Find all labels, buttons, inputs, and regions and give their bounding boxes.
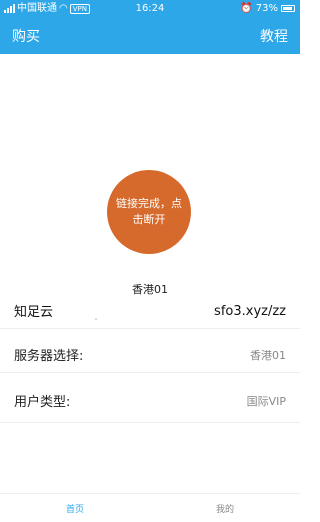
user-type-label: 用户类型:: [14, 395, 71, 410]
brand-name: 知足云: [14, 305, 54, 320]
decorative-dot: [95, 318, 97, 320]
server-select-label: 服务器选择:: [14, 349, 84, 364]
top-bar: 中国联通 ◠ VPN 16:24 ⏰ 73% 购买 教程: [0, 0, 300, 54]
bottom-tab-bar: 首页 我的: [0, 493, 300, 522]
status-right: ⏰ 73%: [240, 0, 295, 17]
title-bar: 购买 教程: [0, 20, 300, 50]
battery-percent: 73%: [255, 3, 278, 14]
divider: [0, 422, 300, 423]
alarm-icon: ⏰: [240, 3, 253, 14]
buy-button[interactable]: 购买: [12, 26, 40, 46]
server-select-row[interactable]: 服务器选择: 香港01: [0, 336, 300, 372]
server-select-value: 香港01: [250, 349, 286, 362]
tutorial-button[interactable]: 教程: [260, 26, 288, 46]
selected-server-label: 香港01: [132, 283, 168, 296]
user-type-row: 用户类型: 国际VIP: [0, 382, 300, 418]
tab-me[interactable]: 我的: [150, 494, 300, 522]
status-bar: 中国联通 ◠ VPN 16:24 ⏰ 73%: [0, 0, 300, 17]
site-url: sfo3.xyz/zz: [214, 304, 286, 319]
divider: [0, 328, 300, 329]
app-screen: 中国联通 ◠ VPN 16:24 ⏰ 73% 购买 教程 链接完成，点击断开 香…: [0, 0, 300, 522]
tab-home[interactable]: 首页: [0, 494, 150, 522]
divider: [0, 372, 300, 373]
connect-button[interactable]: 链接完成，点击断开: [107, 170, 191, 254]
user-type-value: 国际VIP: [246, 395, 286, 408]
battery-icon: [281, 5, 295, 12]
